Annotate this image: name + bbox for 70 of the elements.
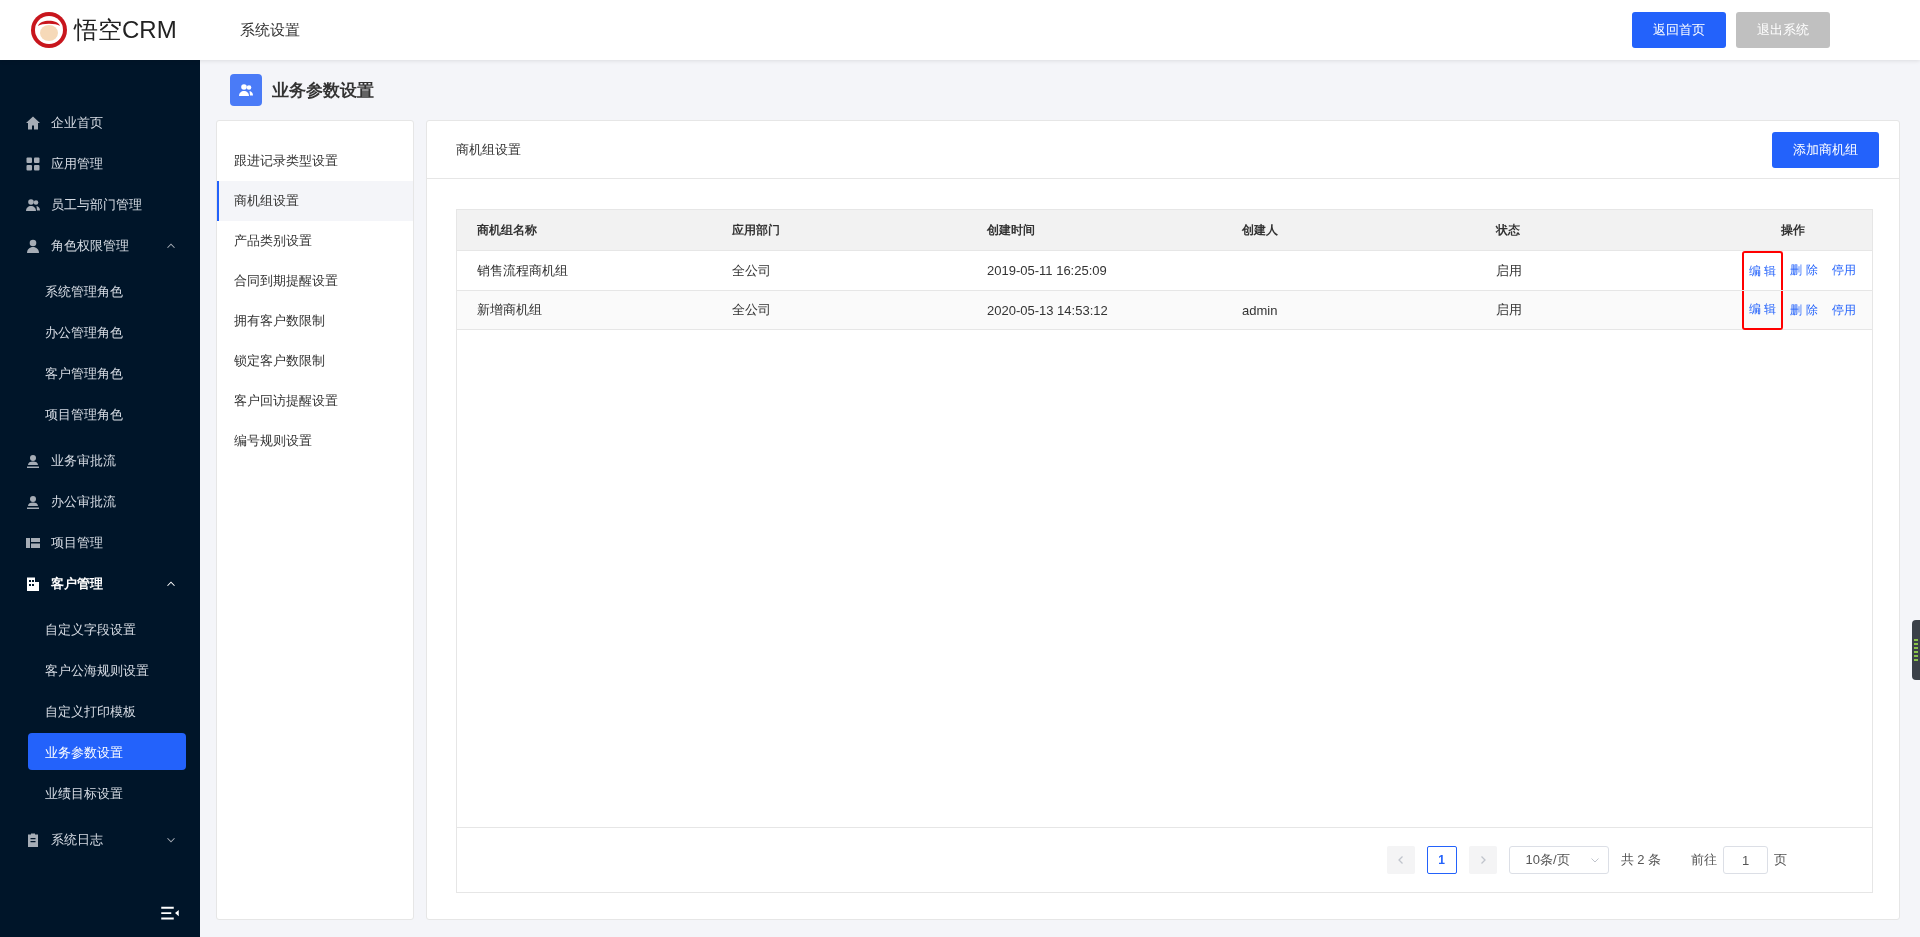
users-icon xyxy=(230,74,262,106)
sidebar-item[interactable]: 办公审批流 xyxy=(0,481,200,522)
settings-menu-item[interactable]: 编号规则设置 xyxy=(217,421,413,461)
sidebar-item[interactable]: 企业首页 xyxy=(0,102,200,143)
sidebar-item[interactable]: 应用管理 xyxy=(0,143,200,184)
sidebar-item[interactable]: 员工与部门管理 xyxy=(0,184,200,225)
settings-menu-item[interactable]: 客户回访提醒设置 xyxy=(217,381,413,421)
sidebar-subitem[interactable]: 客户公海规则设置 xyxy=(28,649,186,690)
sidebar-subitem[interactable]: 自定义字段设置 xyxy=(28,608,186,649)
table-cell: 全公司 xyxy=(732,301,771,319)
jump-label: 前往 xyxy=(1691,851,1717,869)
sidebar-item[interactable]: 业务审批流 xyxy=(0,440,200,481)
home-button[interactable]: 返回首页 xyxy=(1632,12,1726,48)
settings-menu-item[interactable]: 锁定客户数限制 xyxy=(217,341,413,381)
column-header: 操作 xyxy=(1731,210,1872,250)
sidebar-subitem[interactable]: 系统管理角色 xyxy=(28,270,186,311)
side-handle[interactable] xyxy=(1912,620,1920,680)
action-link[interactable]: 编 辑 xyxy=(1742,290,1784,330)
table-cell: 启用 xyxy=(1496,261,1522,280)
action-link[interactable]: 停用 xyxy=(1831,262,1856,279)
table-cell: admin xyxy=(1242,302,1278,318)
sidebar-subitem[interactable]: 自定义打印模板 xyxy=(28,690,186,731)
user-icon xyxy=(25,237,41,254)
sidebar-item[interactable]: 项目管理 xyxy=(0,522,200,563)
column-header: 状态 xyxy=(1476,210,1731,250)
brand-name: 悟空CRM xyxy=(74,15,177,45)
clipboard-icon xyxy=(25,831,41,848)
settings-menu-item[interactable]: 商机组设置 xyxy=(217,181,413,221)
action-link[interactable]: 删 除 xyxy=(1790,301,1818,319)
user-icon xyxy=(25,493,41,510)
column-header: 商机组名称 xyxy=(457,210,712,250)
total-count: 共 2 条 xyxy=(1620,851,1661,869)
sidebar-subitem[interactable]: 业绩目标设置 xyxy=(28,772,186,813)
column-header: 创建时间 xyxy=(967,210,1222,250)
settings-menu-item[interactable]: 拥有客户数限制 xyxy=(217,301,413,341)
home-icon xyxy=(25,114,41,131)
table-cell: 2019-05-11 16:25:09 xyxy=(987,263,1107,278)
section-title: 系统设置 xyxy=(240,20,300,40)
sidebar-item[interactable]: 客户管理 xyxy=(0,563,200,604)
grid-icon xyxy=(25,155,41,172)
page-button[interactable]: 1 xyxy=(1426,846,1457,874)
table-cell: 销售流程商机组 xyxy=(477,261,568,280)
logo-icon xyxy=(30,11,68,49)
sidebar-item[interactable]: 系统日志 xyxy=(0,819,200,860)
action-link[interactable]: 停用 xyxy=(1831,301,1856,319)
user-icon xyxy=(25,452,41,469)
sidebar-subitem[interactable]: 办公管理角色 xyxy=(28,311,186,352)
page-size-select[interactable]: 10条/页 xyxy=(1508,846,1609,874)
action-link[interactable]: 删 除 xyxy=(1790,262,1818,279)
column-header: 创建人 xyxy=(1222,210,1476,250)
page-input[interactable]: 1 xyxy=(1723,846,1768,874)
sidebar-subitem[interactable]: 业务参数设置 xyxy=(28,733,186,770)
settings-menu-item[interactable]: 合同到期提醒设置 xyxy=(217,261,413,301)
page-suffix: 页 xyxy=(1774,851,1787,869)
chevron-down-icon xyxy=(1589,855,1600,865)
sidebar-subitem[interactable]: 项目管理角色 xyxy=(28,393,186,434)
users-icon xyxy=(25,196,41,213)
building-icon xyxy=(25,575,41,592)
sidebar-subitem[interactable]: 客户管理角色 xyxy=(28,352,186,393)
table-cell: 新增商机组 xyxy=(477,301,542,319)
page-title: 业务参数设置 xyxy=(272,79,374,102)
table-cell: 全公司 xyxy=(732,261,771,280)
add-button[interactable]: 添加商机组 xyxy=(1772,131,1879,168)
table-cell: 启用 xyxy=(1496,301,1522,319)
column-header: 应用部门 xyxy=(712,210,967,250)
settings-menu-item[interactable]: 跟进记录类型设置 xyxy=(217,141,413,181)
table-cell: 2020-05-13 14:53:12 xyxy=(987,302,1108,318)
sidebar-item[interactable]: 角色权限管理 xyxy=(0,225,200,266)
settings-menu-item[interactable]: 产品类别设置 xyxy=(217,221,413,261)
panel-title: 商机组设置 xyxy=(456,140,521,159)
